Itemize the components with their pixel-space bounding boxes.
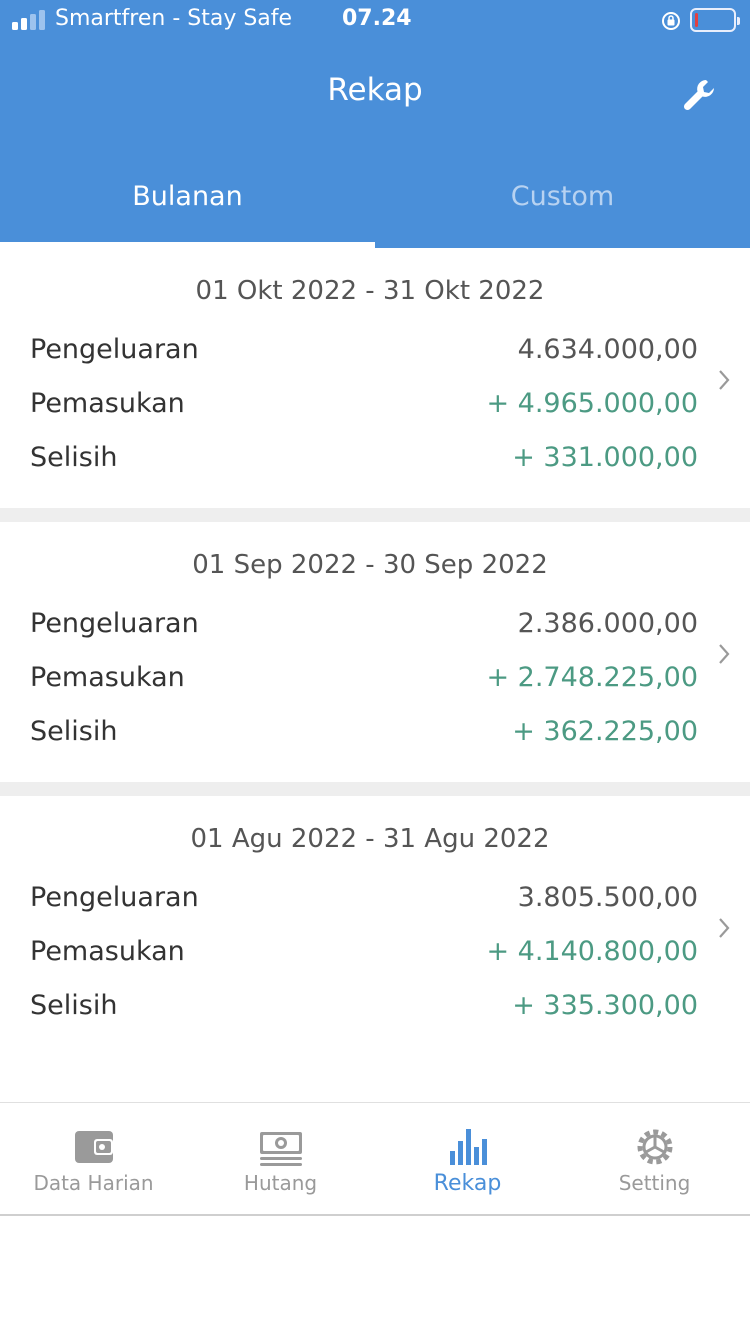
- difference-label: Selisih: [30, 442, 118, 473]
- nav-label: Rekap: [433, 1171, 502, 1196]
- card-divider: [0, 508, 750, 522]
- income-label: Pemasukan: [30, 662, 185, 693]
- income-value: + 2.748.225,00: [486, 662, 698, 693]
- income-value: + 4.965.000,00: [486, 388, 698, 419]
- difference-value: + 362.225,00: [512, 716, 698, 747]
- expense-value: 4.634.000,00: [517, 334, 698, 365]
- tab-custom[interactable]: Custom: [375, 175, 750, 248]
- difference-label: Selisih: [30, 990, 118, 1021]
- difference-value: + 331.000,00: [512, 442, 698, 473]
- chevron-right-icon: [719, 370, 730, 390]
- battery-icon: [690, 8, 740, 32]
- nav-data-harian[interactable]: Data Harian: [0, 1103, 187, 1215]
- nav-label: Data Harian: [33, 1171, 154, 1195]
- bar-chart-icon: [449, 1129, 487, 1165]
- app-header: Smartfren - Stay Safe 07.24 Rekap Bulana…: [0, 0, 750, 248]
- nav-label: Hutang: [243, 1171, 318, 1195]
- period-range: 01 Okt 2022 - 31 Okt 2022: [195, 276, 545, 306]
- rotation-lock-icon: [662, 12, 680, 30]
- nav-rekap[interactable]: Rekap: [374, 1103, 561, 1215]
- expense-value: 3.805.500,00: [517, 882, 698, 913]
- wallet-icon: [74, 1131, 113, 1163]
- expense-value: 2.386.000,00: [517, 608, 698, 639]
- bottom-navigation: Data Harian Hutang Rekap Setting: [0, 1102, 750, 1216]
- expense-label: Pengeluaran: [30, 334, 199, 365]
- difference-label: Selisih: [30, 716, 118, 747]
- signal-icon: [12, 10, 45, 30]
- income-value: + 4.140.800,00: [486, 936, 698, 967]
- wrench-icon[interactable]: [680, 76, 720, 116]
- period-range: 01 Agu 2022 - 31 Agu 2022: [190, 824, 550, 854]
- clock: 07.24: [342, 6, 412, 31]
- period-card-sep[interactable]: 01 Sep 2022 - 30 Sep 2022 Pengeluaran 2.…: [0, 522, 750, 782]
- carrier-name: Smartfren - Stay Safe: [55, 6, 293, 31]
- income-label: Pemasukan: [30, 388, 185, 419]
- expense-label: Pengeluaran: [30, 882, 199, 913]
- status-bar: Smartfren - Stay Safe 07.24: [0, 0, 750, 42]
- difference-value: + 335.300,00: [512, 990, 698, 1021]
- nav-hutang[interactable]: Hutang: [187, 1103, 374, 1215]
- period-card-agu[interactable]: 01 Agu 2022 - 31 Agu 2022 Pengeluaran 3.…: [0, 796, 750, 1096]
- chevron-right-icon: [719, 918, 730, 938]
- nav-label: Setting: [618, 1171, 691, 1195]
- chevron-right-icon: [719, 644, 730, 664]
- nav-setting[interactable]: Setting: [561, 1103, 748, 1215]
- money-icon: [259, 1132, 302, 1166]
- gear-icon: [637, 1129, 672, 1165]
- expense-label: Pengeluaran: [30, 608, 199, 639]
- period-range: 01 Sep 2022 - 30 Sep 2022: [192, 550, 548, 580]
- tab-bulanan[interactable]: Bulanan: [0, 175, 375, 248]
- income-label: Pemasukan: [30, 936, 185, 967]
- page-title: Rekap: [327, 72, 423, 108]
- period-card-okt[interactable]: 01 Okt 2022 - 31 Okt 2022 Pengeluaran 4.…: [0, 248, 750, 508]
- card-divider: [0, 782, 750, 796]
